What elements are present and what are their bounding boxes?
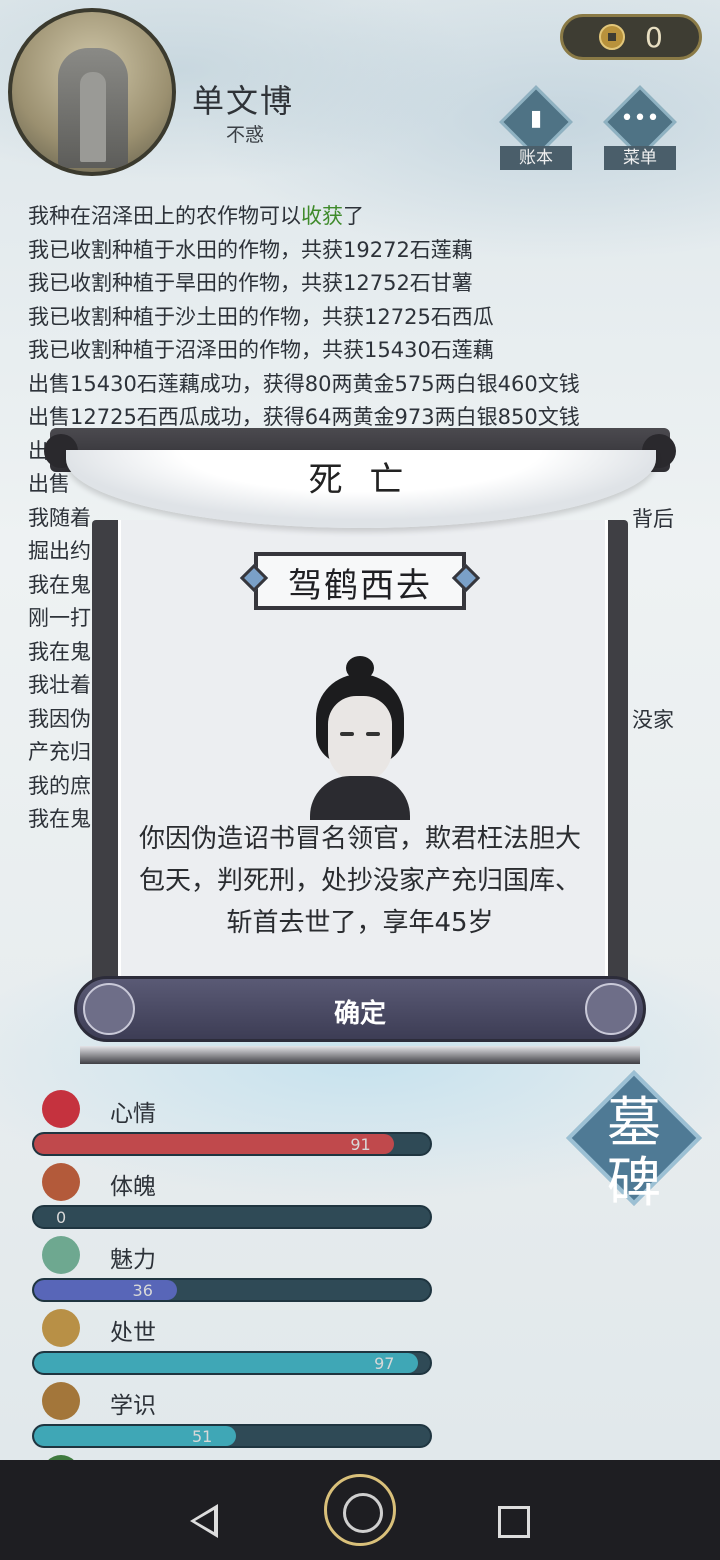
- stat-label: 学识: [110, 1393, 156, 1419]
- stat-label: 魅力: [110, 1247, 156, 1273]
- tombstone-label-2: 碑: [607, 1151, 661, 1214]
- log-fragment-back: 背后: [632, 507, 674, 531]
- log-text: 我已收割种植于水田的作物，共获19272石莲藕: [28, 237, 473, 262]
- stat-bar: 36: [32, 1278, 432, 1302]
- log-text: 我种在沼泽田上的农作物可以: [28, 204, 301, 228]
- confirm-label: 确定: [333, 999, 386, 1029]
- book-icon: ▮: [529, 106, 543, 131]
- home-icon: [343, 1493, 383, 1533]
- ledger-button[interactable]: ▮ 账本: [496, 85, 576, 172]
- death-description: 你因伪造诏书冒名领官，欺君枉法胆大包天，判死刑，处抄没家产充归国库、斩首去世了，…: [138, 824, 581, 938]
- stat-bar: 0: [32, 1205, 432, 1229]
- stat-bar-fill: [34, 1280, 177, 1300]
- log-line: 出售15430石莲藕成功，获得80两黄金575两白银460文钱: [28, 368, 708, 402]
- back-icon[interactable]: [190, 1504, 218, 1538]
- menu-label: 菜单: [604, 146, 676, 170]
- log-text: 我在鬼: [28, 807, 91, 831]
- log-text: 出售15430石莲藕成功，获得80两黄金575两白银460文钱: [28, 371, 580, 396]
- tombstone-portrait-icon: [58, 48, 128, 168]
- log-text: 产充归: [28, 740, 91, 764]
- stat-bar-fill: [34, 1134, 395, 1154]
- stat-bar: 51: [32, 1424, 432, 1448]
- log-text: 我在鬼: [28, 639, 91, 664]
- ledger-label: 账本: [500, 146, 572, 170]
- stat-label: 心情: [110, 1101, 156, 1127]
- avatar[interactable]: [8, 8, 176, 176]
- scroll-icon: [42, 1309, 80, 1347]
- recent-apps-icon[interactable]: [498, 1506, 530, 1538]
- log-line: 我已收割种植于水田的作物，共获19272石莲藕: [28, 234, 708, 268]
- coin-icon: [599, 24, 625, 50]
- log-line: 我已收割种植于沼泽田的作物，共获15430石莲藕: [28, 334, 708, 368]
- home-button[interactable]: [324, 1474, 396, 1546]
- log-text: 掘出约: [28, 539, 91, 563]
- stat-label: 体魄: [110, 1174, 156, 1200]
- age-title: 不惑: [226, 124, 265, 146]
- right-eye: [366, 732, 380, 736]
- log-text: 我已收割种植于旱田的作物，共获12752石甘薯: [28, 271, 473, 295]
- robe: [310, 776, 410, 820]
- strength-icon: [42, 1163, 80, 1201]
- log-text: 我因伪: [28, 706, 91, 731]
- log-text: 我已收割种植于沙土田的作物，共获12725石西瓜: [28, 304, 494, 329]
- left-eye: [340, 732, 354, 736]
- character-name: 单文博: [192, 82, 295, 120]
- log-text: 我随着: [28, 505, 91, 530]
- confirm-button[interactable]: 确定: [74, 976, 646, 1042]
- log-highlight: 收获: [301, 204, 343, 228]
- stat-bar: 97: [32, 1351, 432, 1375]
- jade-ring-icon: [42, 1236, 80, 1274]
- stat-bar: 91: [32, 1132, 432, 1156]
- character-portrait: [304, 656, 416, 820]
- log-text-end: 了: [343, 204, 364, 228]
- log-text: 出售12725石西瓜成功，获得64两黄金973两白银850文钱: [28, 405, 580, 429]
- modal-frame-bottom: [80, 1046, 640, 1064]
- stat-bar-fill: [34, 1353, 419, 1373]
- stat-value: 91: [350, 1135, 371, 1154]
- tombstone-button[interactable]: 墓 碑: [566, 1070, 702, 1214]
- more-icon: •••: [620, 106, 660, 131]
- coin-counter: 0: [560, 14, 702, 60]
- stat-label: 处世: [110, 1320, 156, 1346]
- log-text: 刚一打: [28, 606, 91, 630]
- banner-text: 驾鹤西去: [288, 566, 432, 606]
- stat-value: 51: [191, 1427, 213, 1446]
- log-text: 我已收割种植于沼泽田的作物，共获15430石莲藕: [28, 338, 494, 362]
- log-line: 我种在沼泽田上的农作物可以收获了: [28, 200, 708, 234]
- coin-value: 0: [645, 21, 663, 54]
- log-text: 出售: [28, 472, 70, 496]
- log-text: 我壮着: [28, 673, 91, 697]
- log-text: 我的庶: [28, 773, 91, 798]
- flower-icon: [42, 1090, 80, 1128]
- log-text: 我在鬼: [28, 572, 91, 597]
- menu-button[interactable]: ••• 菜单: [600, 85, 680, 172]
- modal-title: 死 亡: [308, 460, 412, 500]
- stat-value: 36: [132, 1281, 153, 1300]
- log-fragment-confiscate: 没家: [632, 708, 674, 732]
- face: [328, 696, 392, 782]
- result-banner: 驾鹤西去: [239, 552, 481, 612]
- stat-value: 97: [374, 1354, 395, 1373]
- log-line: 我已收割种植于旱田的作物，共获12752石甘薯: [28, 267, 708, 301]
- brush-pot-icon: [42, 1382, 80, 1420]
- stat-value: 0: [56, 1208, 67, 1227]
- log-line: 我已收割种植于沙土田的作物，共获12725石西瓜: [28, 301, 708, 335]
